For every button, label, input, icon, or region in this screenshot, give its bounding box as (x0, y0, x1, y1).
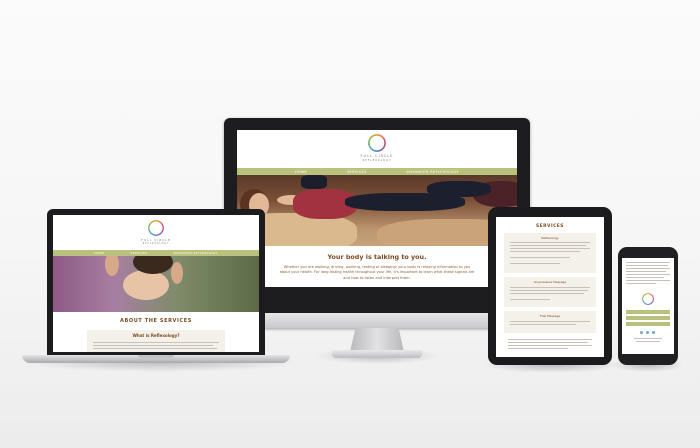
nav-item-services[interactable]: SERVICES (347, 170, 367, 174)
phone-logo (642, 293, 654, 305)
phone-website (622, 258, 674, 354)
laptop-website: FULL CIRCLE REFLEXOLOGY HOME SERVICES AD… (53, 215, 259, 352)
tablet-card-3-title: Thai Massage (539, 314, 561, 318)
nav-item-advanced-reflexology[interactable]: ADVANCED REFLEXOLOGY (407, 170, 459, 174)
phone-social-icon-1[interactable] (640, 331, 643, 334)
phone-nav-item-1[interactable] (626, 310, 670, 314)
logo-ring-icon (148, 220, 164, 236)
logo-ring-icon (642, 293, 654, 305)
phone-social-icon-2[interactable] (646, 331, 649, 334)
laptop-notch (138, 355, 174, 358)
brand-tagline: REFLEXOLOGY (362, 159, 392, 162)
phone-social-icon-3[interactable] (652, 331, 655, 334)
laptop-nav-advanced[interactable]: ADVANCED REFLEXOLOGY (173, 251, 218, 255)
laptop-subsection-title: What is Reflexology? (132, 333, 180, 338)
hero-image (237, 175, 517, 246)
imac-stand-neck (350, 328, 404, 352)
hero-body: Whether you are walking, driving, workin… (279, 265, 475, 280)
imac-website: FULL CIRCLE REFLEXOLOGY HOME SERVICES AD… (237, 130, 517, 287)
laptop-nav-services[interactable]: SERVICES (130, 251, 147, 255)
nav-item-home[interactable]: HOME (295, 170, 307, 174)
phone-nav-item-3[interactable] (626, 322, 670, 326)
hero-heading: Your body is talking to you. (327, 253, 427, 261)
main-nav: HOME SERVICES ADVANCED REFLEXOLOGY (237, 168, 517, 175)
tablet-heading: SERVICES (536, 224, 564, 229)
phone-nav-item-2[interactable] (626, 316, 670, 320)
laptop-brand-tagline: REFLEXOLOGY (142, 242, 170, 245)
laptop-logo (148, 220, 164, 236)
brand-name: FULL CIRCLE (360, 154, 394, 158)
tablet-card-2-title: Acupressure Massage (533, 280, 567, 284)
laptop-hero-image (53, 256, 259, 312)
tablet-website: SERVICES Reflexology Acupressure Massage… (496, 217, 604, 357)
logo-ring-icon (368, 134, 386, 152)
tablet-card-1-title: Reflexology (541, 236, 559, 240)
imac-chin (224, 313, 530, 328)
laptop-nav-home[interactable]: HOME (94, 251, 104, 255)
logo (368, 134, 386, 152)
imac-stand-base (332, 350, 422, 358)
laptop-section-title: ABOUT THE SERVICES (120, 318, 192, 324)
